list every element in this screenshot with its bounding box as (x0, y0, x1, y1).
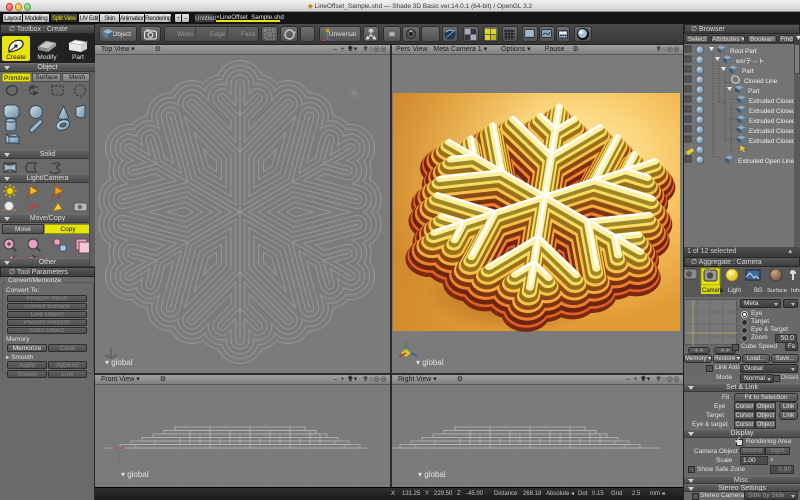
svg-text:ws/テ→ト: ws/テ→ト (735, 57, 764, 65)
svg-text:Extruded Closed: Extruded Closed (749, 138, 794, 145)
svg-text:Part: Part (748, 88, 760, 95)
svg-text:Extruded Closed: Extruded Closed (749, 118, 794, 125)
svg-text:Closed Line: Closed Line (744, 78, 778, 85)
svg-text:Camera: Camera (702, 288, 724, 294)
svg-text:Info: Info (791, 288, 800, 294)
svg-text:Extruded Closed: Extruded Closed (749, 108, 794, 115)
svg-text:Part: Part (742, 68, 754, 75)
svg-text:Light: Light (728, 288, 741, 294)
svg-text:BG: BG (754, 288, 763, 294)
svg-text:Extruded Closed: Extruded Closed (749, 128, 794, 135)
svg-text:Root Part: Root Part (730, 48, 757, 55)
svg-text:Extruded Open Line: Extruded Open Line (738, 158, 794, 165)
svg-text:Extruded Closed: Extruded Closed (749, 98, 794, 105)
svg-text:Surface: Surface (767, 288, 787, 294)
